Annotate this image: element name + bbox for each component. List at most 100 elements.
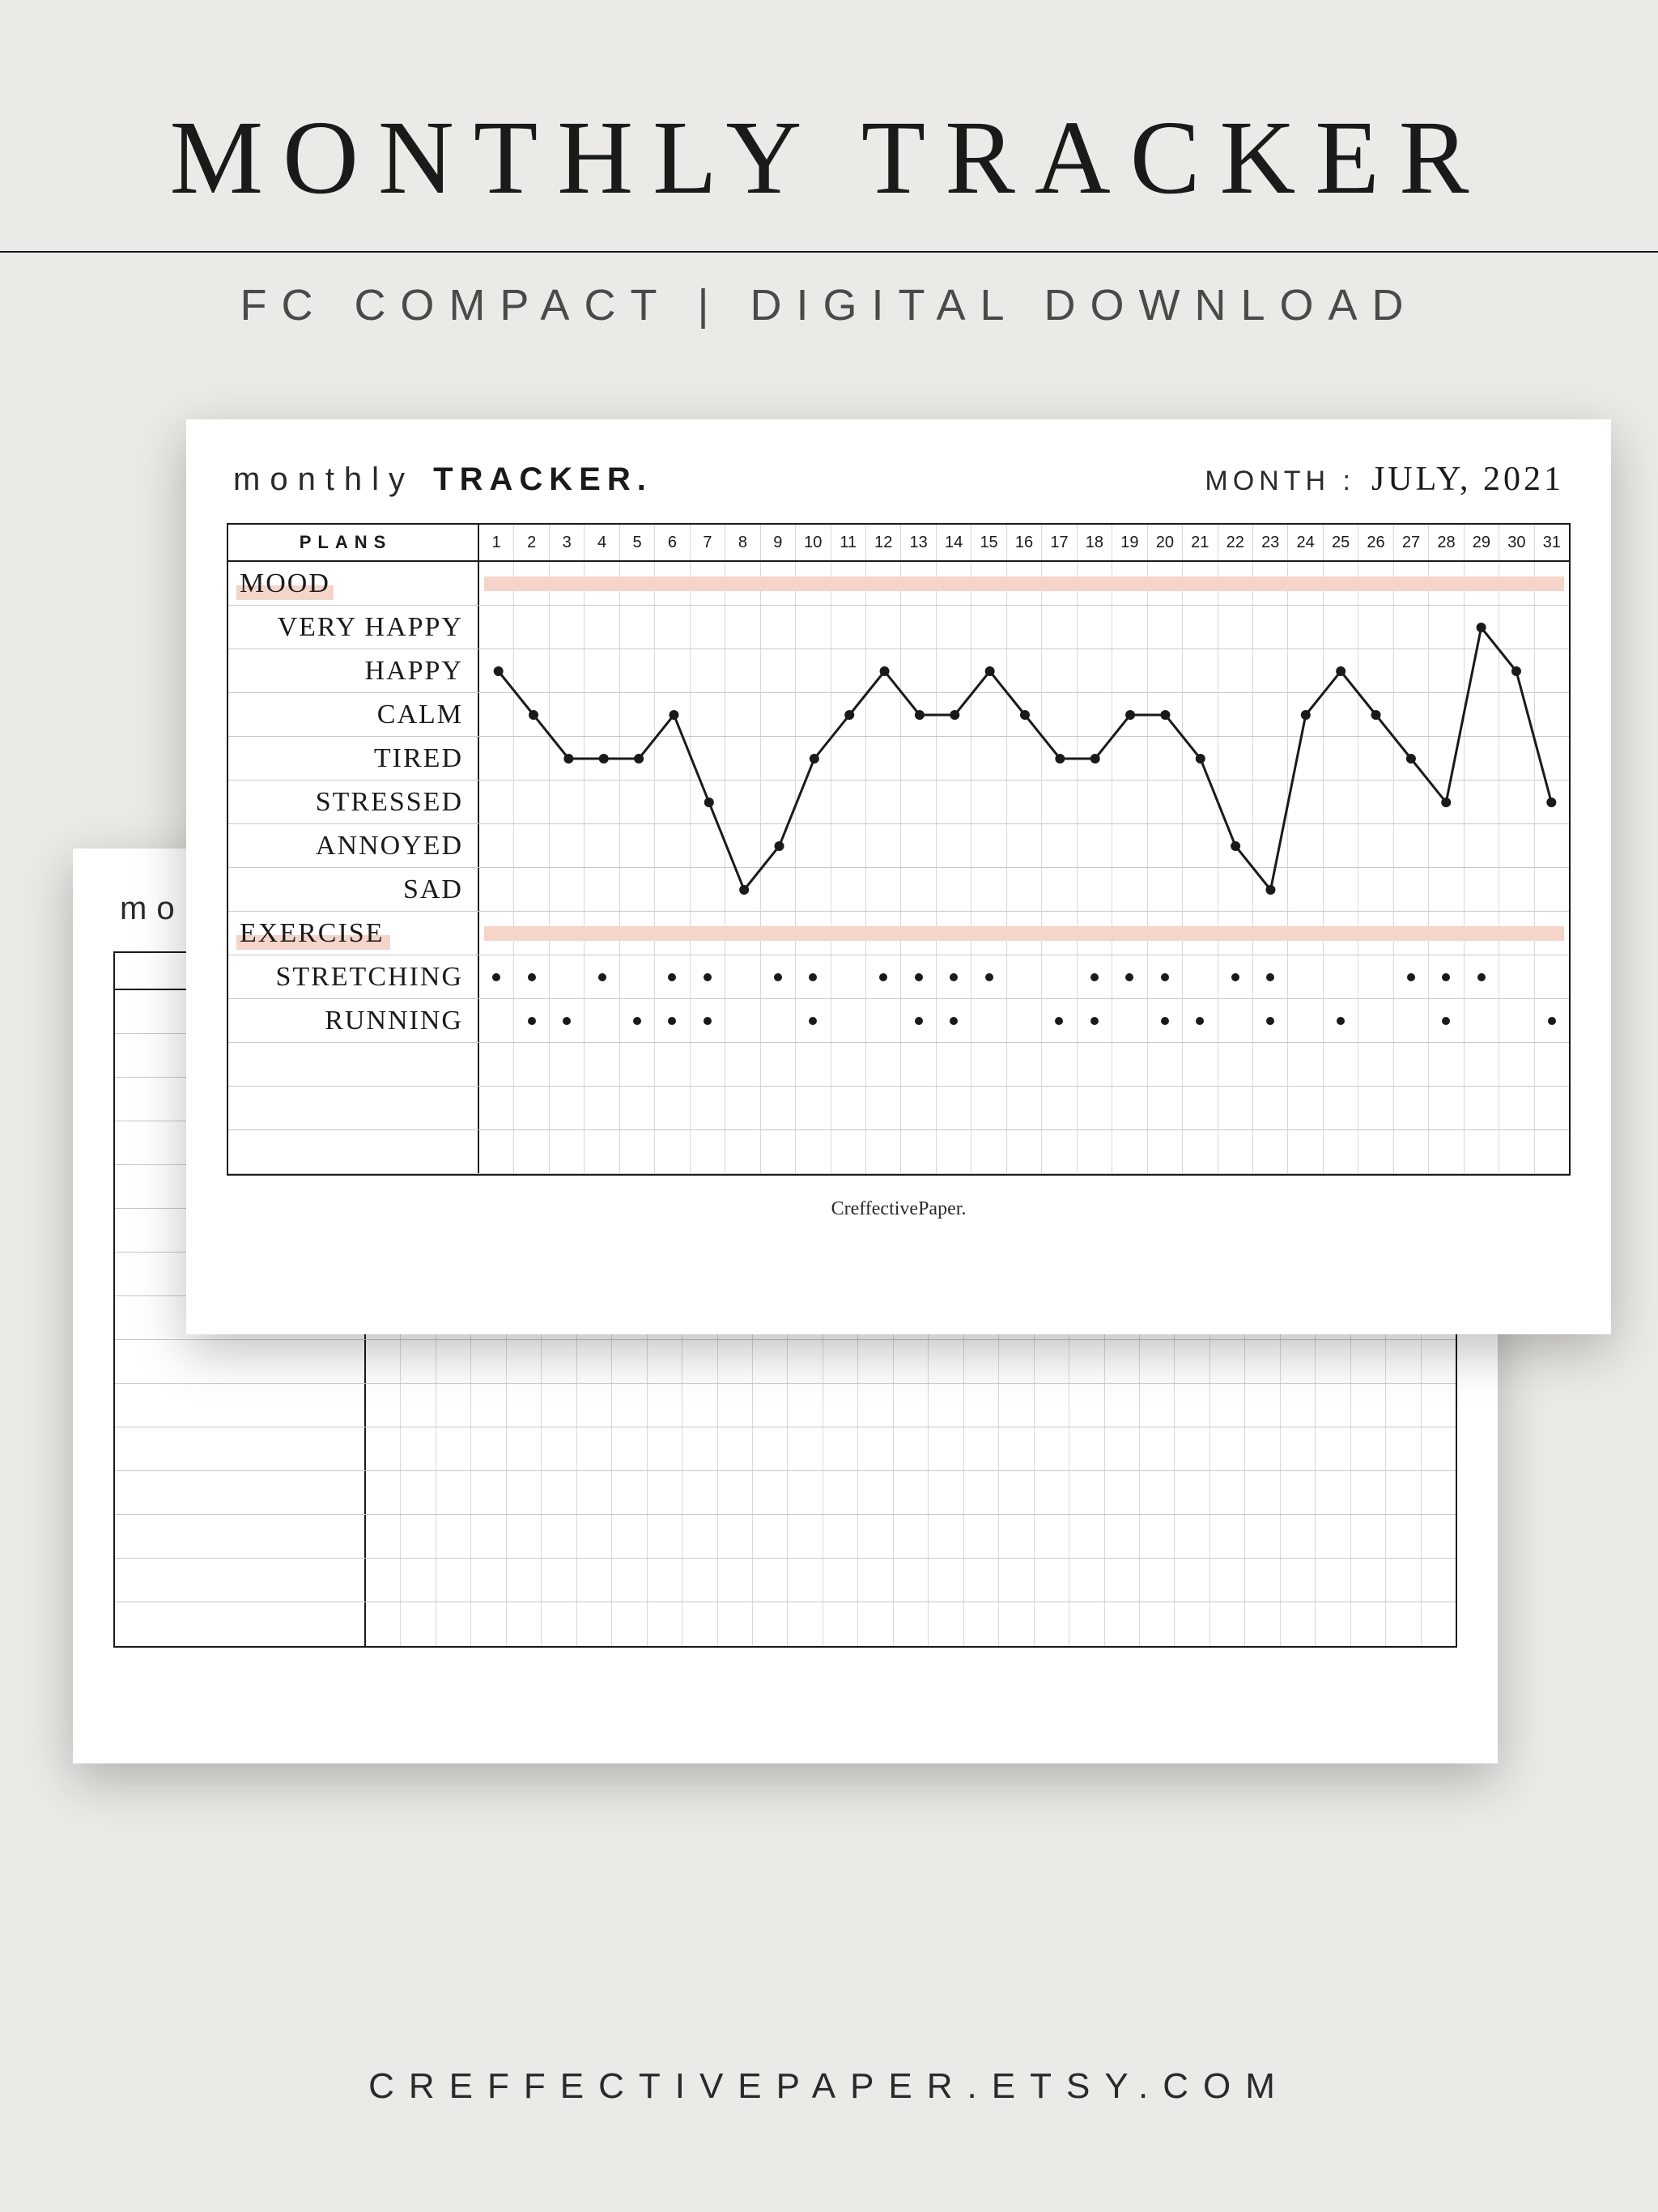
day-cell	[761, 649, 796, 692]
day-cell	[1316, 1340, 1350, 1383]
sheet-title: monthly TRACKER.	[233, 460, 653, 498]
day-cell	[823, 1515, 858, 1558]
day-cell	[655, 1043, 690, 1086]
day-cell	[514, 824, 549, 867]
day-cell	[1394, 824, 1429, 867]
day-cell	[479, 1087, 514, 1129]
day-cell	[1422, 1602, 1456, 1646]
day-cell	[648, 1559, 682, 1602]
day-cell	[655, 781, 690, 823]
day-cell	[1035, 1602, 1069, 1646]
day-cell	[1105, 1384, 1140, 1427]
mood-label: HAPPY	[228, 649, 479, 692]
day-cell	[901, 1130, 936, 1173]
day-cell	[1253, 955, 1288, 998]
day-cell	[542, 1340, 576, 1383]
day-cell	[648, 1340, 682, 1383]
day-cell	[1210, 1471, 1245, 1514]
day-cell	[366, 1384, 401, 1427]
day-cell	[648, 1515, 682, 1558]
day-cell	[1351, 1515, 1386, 1558]
day-cell	[1429, 955, 1464, 998]
section-label-exercise: EXERCISE	[228, 912, 479, 955]
day-cell	[1358, 999, 1393, 1042]
dot-icon	[950, 973, 958, 981]
day-cell	[1112, 824, 1147, 867]
day-cell	[1069, 1602, 1104, 1646]
day-cell	[901, 1043, 936, 1086]
day-cell	[796, 693, 831, 736]
day-cell	[1042, 868, 1077, 911]
day-cell	[901, 955, 936, 998]
sheet-month: MONTH : JULY, 2021	[1205, 460, 1564, 499]
day-cell	[1210, 1340, 1245, 1383]
day-cell	[753, 1559, 788, 1602]
day-cell	[1140, 1427, 1175, 1470]
day-cell	[1422, 1384, 1456, 1427]
day-cell	[1499, 1043, 1534, 1086]
day-cell	[1042, 649, 1077, 692]
day-cell	[612, 1471, 647, 1514]
day-cell	[1042, 737, 1077, 780]
day-cell	[479, 824, 514, 867]
day-cell	[612, 1427, 647, 1470]
dot-icon	[1548, 1017, 1556, 1025]
day-cell	[514, 649, 549, 692]
day-cell	[725, 693, 760, 736]
day-cell	[1105, 1559, 1140, 1602]
day-cell	[725, 868, 760, 911]
day-cell	[725, 649, 760, 692]
day-cell	[901, 781, 936, 823]
day-cell	[479, 1130, 514, 1173]
exercise-row-stretching: STRETCHING	[228, 955, 1569, 999]
day-cell	[761, 737, 796, 780]
day-cell	[971, 868, 1006, 911]
day-cell	[514, 693, 549, 736]
day-cell	[1078, 649, 1112, 692]
day-cell	[1288, 955, 1323, 998]
day-cell	[1358, 781, 1393, 823]
day-cell	[761, 1087, 796, 1129]
day-cell	[585, 1130, 619, 1173]
day-cell	[655, 868, 690, 911]
day-cell	[550, 781, 585, 823]
day-cell	[585, 868, 619, 911]
day-cell	[542, 1384, 576, 1427]
day-cell	[1281, 1602, 1316, 1646]
day-cell	[761, 781, 796, 823]
day-cell	[894, 1515, 929, 1558]
day-cell	[1394, 999, 1429, 1042]
empty-row	[115, 1427, 1456, 1471]
day-cell	[866, 1043, 901, 1086]
day-cell	[1288, 868, 1323, 911]
day-cell	[1465, 868, 1499, 911]
day-cell	[577, 1340, 612, 1383]
day-cell	[1288, 1130, 1323, 1173]
day-cell	[823, 1384, 858, 1427]
day-cell	[1069, 1515, 1104, 1558]
day-cell	[585, 693, 619, 736]
day-cell	[858, 1471, 893, 1514]
day-cell	[655, 999, 690, 1042]
day-cell	[1358, 824, 1393, 867]
day-cell: 23	[1253, 525, 1288, 560]
stage: monthly	[0, 330, 1658, 1950]
day-cell	[894, 1559, 929, 1602]
day-cell: 10	[796, 525, 831, 560]
day-cell	[1324, 999, 1358, 1042]
dot-icon	[915, 1017, 923, 1025]
day-cell	[682, 1515, 717, 1558]
day-cell	[831, 1087, 866, 1129]
day-cell	[585, 649, 619, 692]
day-cell	[550, 868, 585, 911]
day-cell	[937, 999, 971, 1042]
day-cell	[1429, 693, 1464, 736]
mood-label: STRESSED	[228, 781, 479, 823]
day-cell: 13	[901, 525, 936, 560]
tracker-grid: PLANS 1234567891011121314151617181920212…	[227, 523, 1571, 1176]
day-cell	[1078, 824, 1112, 867]
day-cell	[1007, 693, 1042, 736]
day-cell	[585, 955, 619, 998]
day-cell	[1324, 1130, 1358, 1173]
day-cell	[971, 1043, 1006, 1086]
